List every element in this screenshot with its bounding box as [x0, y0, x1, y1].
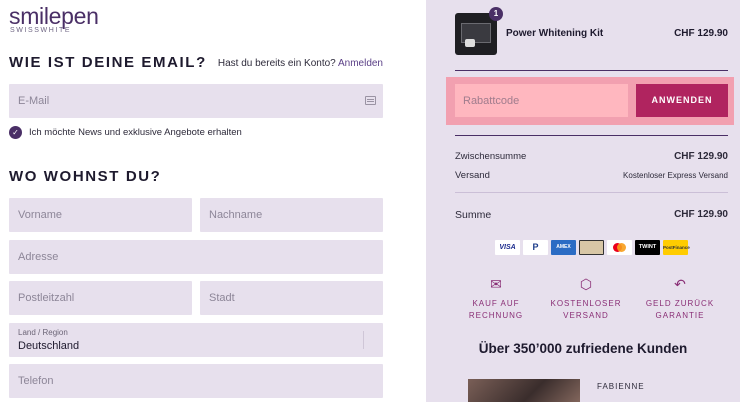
address-section-title: WO WOHNST DU?: [9, 168, 162, 185]
newsletter-checkbox[interactable]: ✓: [9, 126, 22, 139]
divider: [455, 192, 728, 193]
first-name-field[interactable]: Vorname: [9, 198, 192, 232]
email-field[interactable]: E-Mail: [9, 84, 383, 118]
city-field[interactable]: Stadt: [200, 281, 383, 315]
login-link[interactable]: Anmelden: [338, 58, 383, 69]
login-prompt: Hast du bereits ein Konto? Anmelden: [218, 58, 383, 69]
amex-icon: AMEX: [551, 240, 576, 255]
reviewer-photo: [468, 379, 580, 402]
zip-field[interactable]: Postleitzahl: [9, 281, 192, 315]
reviewer-name: FABIENNE: [597, 382, 645, 391]
product-price: CHF 129.90: [674, 28, 728, 39]
total-value: CHF 129.90: [674, 209, 728, 220]
divider: [455, 135, 728, 136]
logo[interactable]: smilepen SWISSWHITE: [9, 4, 99, 34]
quantity-badge: 1: [489, 7, 503, 21]
select-divider: [363, 331, 364, 349]
login-prompt-text: Hast du bereits ein Konto?: [217, 58, 336, 69]
postfinance-card-icon: [579, 240, 604, 255]
twint-icon: TWINT: [635, 240, 660, 255]
payment-methods: VISA P AMEX TWINT PostFinance: [495, 240, 690, 255]
newsletter-label: Ich möchte News und exklusive Angebote e…: [29, 127, 242, 138]
address-field[interactable]: Adresse: [9, 240, 383, 274]
shipping-value: Kostenloser Express Versand: [623, 171, 728, 180]
last-name-field[interactable]: Nachname: [200, 198, 383, 232]
phone-field[interactable]: Telefon: [9, 364, 383, 398]
product-image-pen: [465, 39, 475, 47]
email-placeholder: E-Mail: [18, 95, 50, 107]
product-name: Power Whitening Kit: [506, 28, 604, 39]
email-section-title: WIE IST DEINE EMAIL?: [9, 54, 207, 71]
divider: [455, 70, 728, 71]
envelope-icon: ✉: [490, 276, 502, 292]
subtotal-row: Zwischensumme CHF 129.90: [455, 151, 728, 162]
country-label: Land / Region: [18, 328, 68, 337]
feature-shipping-text: KOSTENLOSER VERSAND: [550, 299, 622, 320]
logo-wordmark: smilepen: [9, 3, 99, 29]
first-name-placeholder: Vorname: [18, 209, 63, 221]
mastercard-icon: [607, 240, 632, 255]
feature-guarantee-text: GELD ZURÜCK GARANTIE: [645, 299, 715, 320]
feature-guarantee: ↶ GELD ZURÜCK GARANTIE: [640, 276, 720, 322]
discount-placeholder: Rabattcode: [463, 95, 520, 107]
last-name-placeholder: Nachname: [209, 209, 263, 221]
paypal-icon: P: [523, 240, 548, 255]
feature-invoice: ✉ KAUF AUF RECHNUNG: [456, 276, 536, 322]
order-summary: 1 Power Whitening Kit CHF 129.90 Rabattc…: [426, 0, 740, 402]
country-value: Deutschland: [18, 340, 80, 352]
checkout-form: smilepen SWISSWHITE WIE IST DEINE EMAIL?…: [0, 0, 426, 402]
subtotal-value: CHF 129.90: [674, 151, 728, 162]
feature-invoice-text: KAUF AUF RECHNUNG: [468, 299, 524, 320]
postfinance-icon: PostFinance: [663, 240, 690, 255]
box-icon: ⬡: [579, 276, 593, 292]
zip-placeholder: Postleitzahl: [18, 292, 75, 304]
contact-card-icon: [365, 96, 376, 105]
total-row: Summe CHF 129.90: [455, 209, 728, 221]
return-icon: ↶: [674, 276, 686, 292]
subtotal-label: Zwischensumme: [455, 151, 527, 162]
visa-icon: VISA: [495, 240, 520, 255]
phone-placeholder: Telefon: [18, 375, 54, 387]
address-placeholder: Adresse: [18, 251, 59, 263]
apply-discount-button[interactable]: ANWENDEN: [636, 84, 728, 117]
discount-box: Rabattcode ANWENDEN: [446, 77, 734, 125]
discount-code-input[interactable]: Rabattcode: [455, 84, 628, 117]
shipping-label: Versand: [455, 170, 490, 181]
total-label: Summe: [455, 209, 492, 221]
customer-count-headline: Über 350’000 zufriedene Kunden: [478, 341, 688, 356]
city-placeholder: Stadt: [209, 292, 235, 304]
shipping-row: Versand Kostenloser Express Versand: [455, 170, 728, 181]
country-select[interactable]: Land / Region Deutschland: [9, 323, 383, 357]
feature-shipping: ⬡ KOSTENLOSER VERSAND: [546, 276, 626, 322]
